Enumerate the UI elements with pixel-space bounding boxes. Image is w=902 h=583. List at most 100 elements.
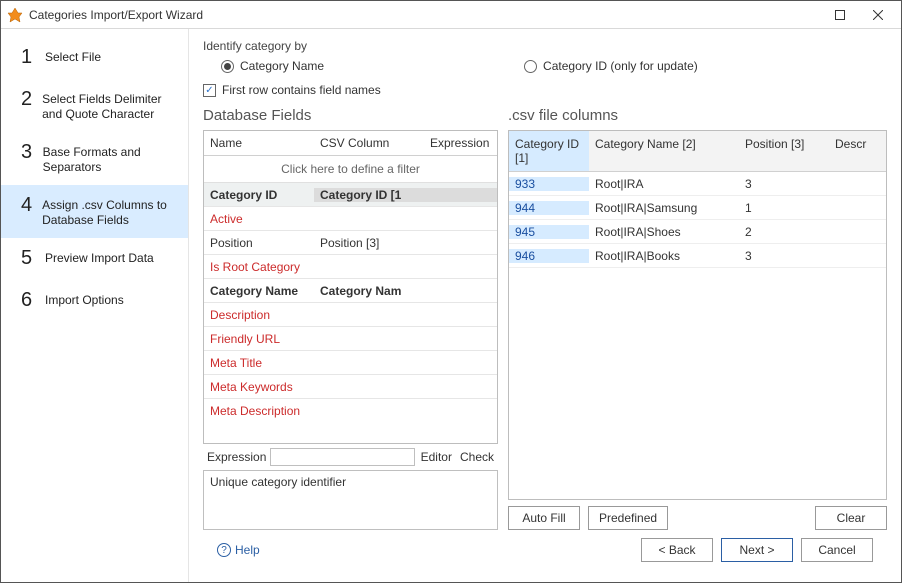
database-fields-grid[interactable]: Name CSV Column Expression Click here to…	[203, 130, 498, 444]
app-icon	[7, 7, 23, 23]
step-number: 6	[21, 290, 35, 310]
step-6[interactable]: 6 Import Options	[1, 280, 188, 322]
db-cell-name: Category ID	[204, 188, 314, 202]
expression-bar: Expression Editor Check	[203, 444, 498, 470]
next-button[interactable]: Next >	[721, 538, 793, 562]
csv-cell-id: 945	[509, 225, 589, 239]
radio-label: Category Name	[240, 59, 324, 73]
clear-button[interactable]: Clear	[815, 506, 887, 530]
db-row-meta-title[interactable]: Meta Title	[204, 351, 497, 375]
main-panel: Identify category by Category Name Categ…	[189, 29, 901, 582]
step-label: Select Fields Delimiter and Quote Charac…	[42, 89, 176, 122]
csv-body: 933 Root|IRA 3 944 Root|IRA|Samsung 1	[509, 172, 886, 499]
db-cell-name: Friendly URL	[204, 332, 314, 346]
csv-cell-name: Root|IRA|Shoes	[589, 225, 739, 239]
csv-columns-panel: .csv file columns Category ID [1] Catego…	[508, 107, 887, 530]
checkbox-icon: ✓	[203, 84, 216, 97]
db-cell-csv: Category Nam	[314, 284, 497, 298]
radio-category-name[interactable]: Category Name	[221, 59, 324, 73]
db-header-expr[interactable]: Expression	[424, 131, 497, 155]
csv-cell-id: 946	[509, 249, 589, 263]
step-number: 4	[21, 195, 32, 215]
field-description-box: Unique category identifier	[203, 470, 498, 530]
wizard-sidebar: 1 Select File 2 Select Fields Delimiter …	[1, 29, 189, 582]
csv-row[interactable]: 944 Root|IRA|Samsung 1	[509, 196, 886, 220]
db-row-meta-keywords[interactable]: Meta Keywords	[204, 375, 497, 399]
csv-cell-name: Root|IRA|Books	[589, 249, 739, 263]
step-number: 5	[21, 248, 35, 268]
identify-label: Identify category by	[203, 39, 887, 53]
db-cell-name: Meta Description	[204, 404, 314, 418]
db-filter-row[interactable]: Click here to define a filter	[204, 156, 497, 183]
expression-check-link[interactable]: Check	[458, 450, 496, 464]
step-1[interactable]: 1 Select File	[1, 37, 188, 79]
csv-grid[interactable]: Category ID [1] Category Name [2] Positi…	[508, 130, 887, 500]
csv-cell-pos: 3	[739, 249, 829, 263]
expression-editor-link[interactable]: Editor	[419, 450, 454, 464]
step-3[interactable]: 3 Base Formats and Separators	[1, 132, 188, 185]
csv-cell-name: Root|IRA|Samsung	[589, 201, 739, 215]
db-row-is-root[interactable]: Is Root Category	[204, 255, 497, 279]
db-cell-name: Is Root Category	[204, 260, 314, 274]
csv-row[interactable]: 933 Root|IRA 3	[509, 172, 886, 196]
csv-header-descr[interactable]: Descr	[829, 131, 886, 171]
expression-input[interactable]	[270, 448, 414, 466]
database-fields-panel: Database Fields Name CSV Column Expressi…	[203, 107, 498, 530]
help-icon: ?	[217, 543, 231, 557]
expression-label: Expression	[205, 450, 266, 464]
window-title: Categories Import/Export Wizard	[29, 8, 821, 22]
radio-category-id[interactable]: Category ID (only for update)	[524, 59, 698, 73]
database-fields-title: Database Fields	[203, 107, 498, 124]
predefined-button[interactable]: Predefined	[588, 506, 668, 530]
cancel-button[interactable]: Cancel	[801, 538, 873, 562]
db-cell-name: Meta Title	[204, 356, 314, 370]
csv-cell-pos: 1	[739, 201, 829, 215]
db-row-position[interactable]: Position Position [3]	[204, 231, 497, 255]
wizard-window: Categories Import/Export Wizard 1 Select…	[0, 0, 902, 583]
step-4[interactable]: 4 Assign .csv Columns to Database Fields	[1, 185, 188, 238]
db-row-category-id[interactable]: Category ID Category ID [1	[204, 183, 497, 207]
step-number: 1	[21, 47, 35, 67]
checkbox-label: First row contains field names	[222, 83, 381, 97]
maximize-button[interactable]	[821, 1, 859, 29]
db-row-meta-description[interactable]: Meta Description	[204, 399, 497, 423]
back-button[interactable]: < Back	[641, 538, 713, 562]
db-row-description[interactable]: Description	[204, 303, 497, 327]
db-cell-name: Description	[204, 308, 314, 322]
close-button[interactable]	[859, 1, 897, 29]
titlebar: Categories Import/Export Wizard	[1, 1, 901, 29]
csv-header-position[interactable]: Position [3]	[739, 131, 829, 171]
db-row-category-name[interactable]: Category Name Category Nam	[204, 279, 497, 303]
step-label: Preview Import Data	[45, 248, 154, 266]
db-cell-name: Meta Keywords	[204, 380, 314, 394]
db-cell-name: Category Name	[204, 284, 314, 298]
csv-row[interactable]: 945 Root|IRA|Shoes 2	[509, 220, 886, 244]
db-cell-csv: Position [3]	[314, 236, 497, 250]
csv-cell-pos: 3	[739, 177, 829, 191]
db-row-active[interactable]: Active	[204, 207, 497, 231]
csv-columns-title: .csv file columns	[508, 107, 887, 124]
help-link[interactable]: ? Help	[217, 543, 260, 557]
wizard-footer: ? Help < Back Next > Cancel	[203, 530, 887, 574]
db-header-name[interactable]: Name	[204, 131, 314, 155]
step-5[interactable]: 5 Preview Import Data	[1, 238, 188, 280]
radio-label: Category ID (only for update)	[543, 59, 698, 73]
csv-row[interactable]: 946 Root|IRA|Books 3	[509, 244, 886, 268]
first-row-checkbox[interactable]: ✓ First row contains field names	[203, 83, 887, 97]
db-cell-name: Active	[204, 212, 314, 226]
csv-header-name[interactable]: Category Name [2]	[589, 131, 739, 171]
db-row-friendly-url[interactable]: Friendly URL	[204, 327, 497, 351]
db-header-row: Name CSV Column Expression	[204, 131, 497, 156]
step-number: 3	[21, 142, 33, 162]
step-label: Assign .csv Columns to Database Fields	[42, 195, 176, 228]
identify-radio-group: Category Name Category ID (only for upda…	[203, 59, 887, 73]
csv-cell-id: 944	[509, 201, 589, 215]
csv-cell-name: Root|IRA	[589, 177, 739, 191]
csv-header-id[interactable]: Category ID [1]	[509, 131, 589, 171]
autofill-button[interactable]: Auto Fill	[508, 506, 580, 530]
db-header-csv[interactable]: CSV Column	[314, 131, 424, 155]
step-number: 2	[21, 89, 32, 109]
csv-cell-pos: 2	[739, 225, 829, 239]
step-2[interactable]: 2 Select Fields Delimiter and Quote Char…	[1, 79, 188, 132]
radio-icon	[524, 60, 537, 73]
